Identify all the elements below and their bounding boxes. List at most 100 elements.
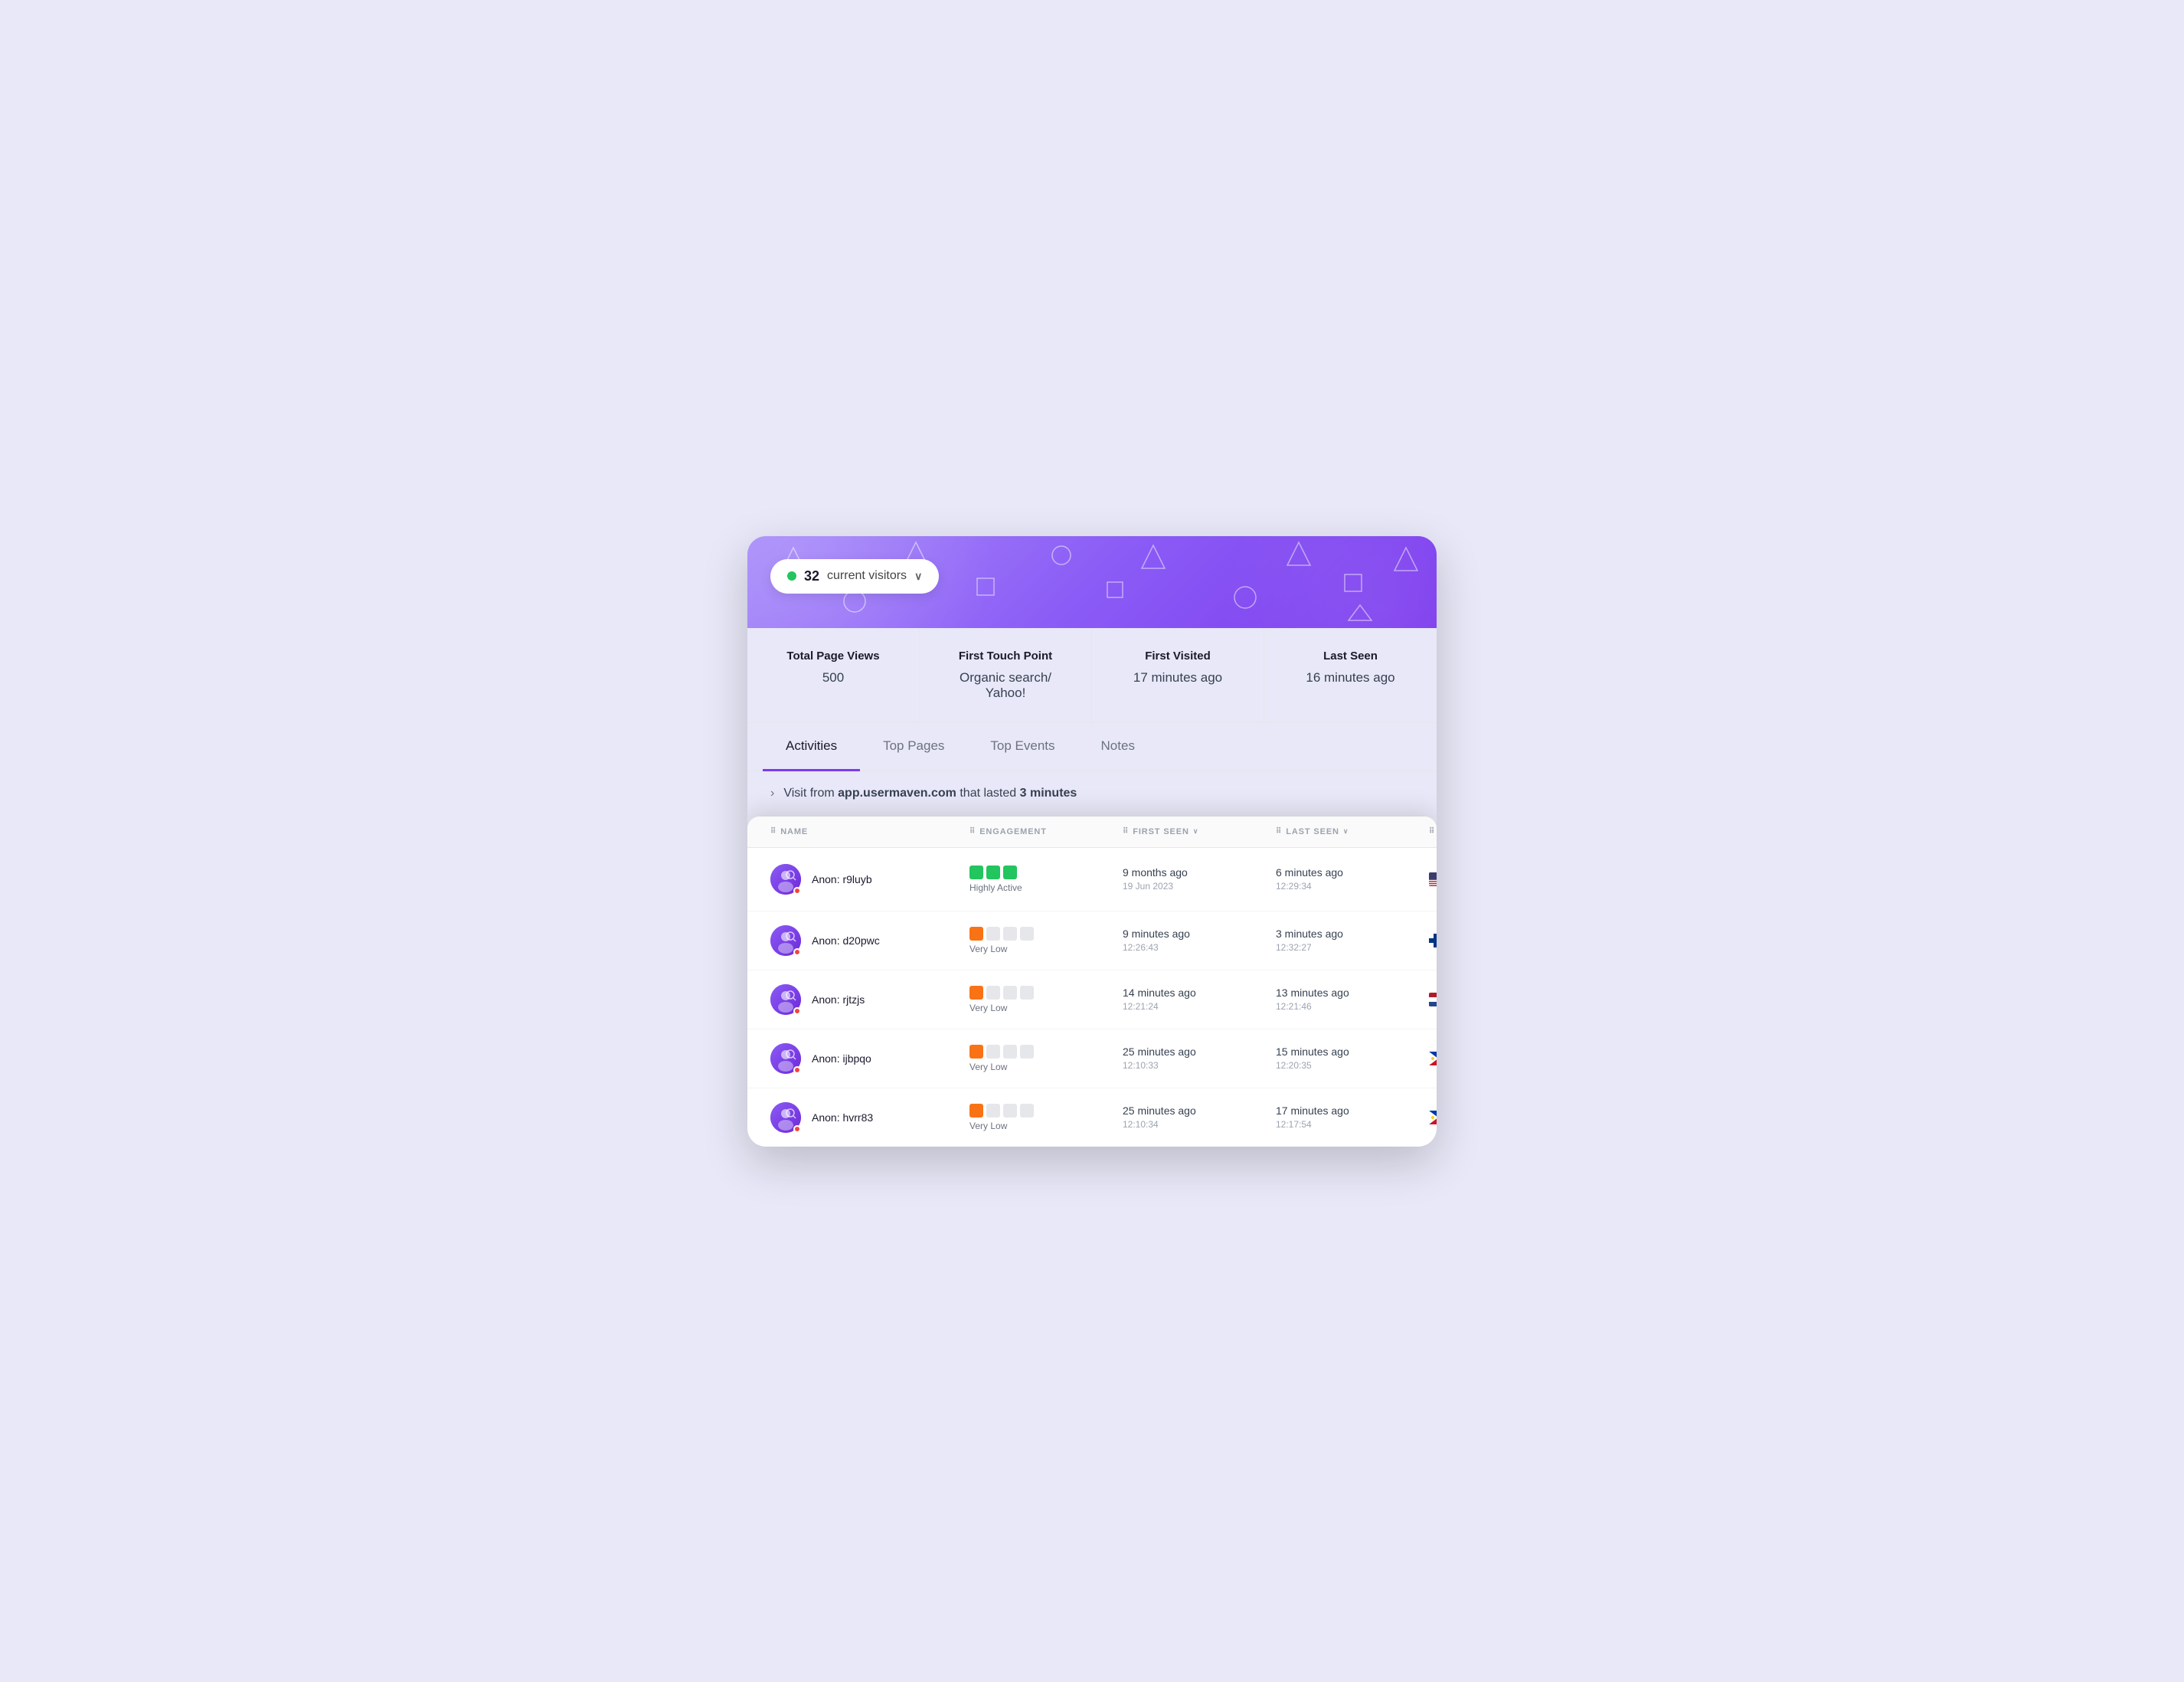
user-name: Anon: r9luyb <box>812 873 872 885</box>
engagement-cell: Very Low <box>969 927 1123 954</box>
last-seen-relative: 3 minutes ago <box>1276 928 1429 940</box>
activity-text: Visit from app.usermaven.com that lasted… <box>783 787 1077 800</box>
last-seen-time: 12:20:35 <box>1276 1060 1429 1071</box>
country-flag <box>1429 993 1437 1006</box>
engagement-label: Very Low <box>969 1003 1123 1013</box>
user-cell: Anon: rjtzjs <box>770 984 969 1015</box>
location-cell: San Diego USA <box>1429 862 1437 897</box>
first-seen-relative: 14 minutes ago <box>1123 987 1276 999</box>
stat-label-first-visited: First Visited <box>1115 650 1241 663</box>
engagement-label: Highly Active <box>969 882 1123 893</box>
last-seen-time: 12:29:34 <box>1276 881 1429 892</box>
stat-first-visited: First Visited 17 minutes ago <box>1092 628 1264 722</box>
online-indicator <box>787 571 796 581</box>
grid-icon-ls: ⠿ <box>1276 827 1282 836</box>
avatar-status-dot <box>793 948 801 956</box>
first-seen-cell: 14 minutes ago 12:21:24 <box>1123 987 1276 1012</box>
stat-value-last-seen: 16 minutes ago <box>1287 670 1414 686</box>
first-seen-relative: 9 minutes ago <box>1123 928 1276 940</box>
user-cell: Anon: d20pwc <box>770 925 969 956</box>
last-seen-time: 12:17:54 <box>1276 1119 1429 1130</box>
activity-section: › Visit from app.usermaven.com that last… <box>747 771 1437 816</box>
sort-icon-first-seen: ∨ <box>1193 827 1198 836</box>
first-seen-date: 12:26:43 <box>1123 942 1276 953</box>
tabs-row: Activities Top Pages Top Events Notes <box>747 723 1437 771</box>
engagement-cell: Very Low <box>969 1104 1123 1131</box>
location-cell: Pasig Philippines <box>1429 1047 1437 1070</box>
last-seen-relative: 6 minutes ago <box>1276 866 1429 879</box>
engagement-cell: Highly Active <box>969 866 1123 893</box>
last-seen-relative: 17 minutes ago <box>1276 1104 1429 1117</box>
visitor-label: current visitors <box>827 569 907 583</box>
table-body: Anon: r9luyb Highly Active 9 months ago … <box>747 848 1437 1147</box>
country-flag <box>1429 1052 1437 1065</box>
grid-icon-fs: ⠿ <box>1123 827 1129 836</box>
app-container: 32 current visitors ∨ Total Page Views 5… <box>747 536 1437 1147</box>
col-header-last-seen[interactable]: ⠿ LAST SEEN ∨ <box>1276 827 1429 836</box>
first-seen-relative: 25 minutes ago <box>1123 1104 1276 1117</box>
avatar-status-dot <box>793 1007 801 1015</box>
expand-icon[interactable]: › <box>770 787 774 800</box>
last-seen-relative: 15 minutes ago <box>1276 1046 1429 1058</box>
last-seen-cell: 17 minutes ago 12:17:54 <box>1276 1104 1429 1130</box>
avatar-status-dot <box>793 887 801 895</box>
user-name: Anon: d20pwc <box>812 934 880 947</box>
last-seen-time: 12:32:27 <box>1276 942 1429 953</box>
avatar <box>770 984 801 1015</box>
last-seen-cell: 15 minutes ago 12:20:35 <box>1276 1046 1429 1071</box>
first-seen-date: 19 Jun 2023 <box>1123 881 1276 892</box>
stat-value-first-visited: 17 minutes ago <box>1115 670 1241 686</box>
table-panel: ⠿ NAME ⠿ ENGAGEMENT ⠿ FIRST SEEN ∨ ⠿ LAS… <box>747 816 1437 1147</box>
tab-top-pages[interactable]: Top Pages <box>860 723 967 771</box>
country-flag <box>1429 1111 1437 1124</box>
avatar <box>770 925 801 956</box>
avatar <box>770 1043 801 1074</box>
first-seen-relative: 9 months ago <box>1123 866 1276 879</box>
stat-last-seen: Last Seen 16 minutes ago <box>1264 628 1437 722</box>
user-name: Anon: hvrr83 <box>812 1111 873 1124</box>
engagement-cell: Very Low <box>969 1045 1123 1072</box>
last-seen-cell: 3 minutes ago 12:32:27 <box>1276 928 1429 953</box>
activity-domain: app.usermaven.com <box>838 787 956 800</box>
first-seen-date: 12:10:33 <box>1123 1060 1276 1071</box>
stat-label-first-touch: First Touch Point <box>943 650 1068 663</box>
location-cell: Amsterdam Netherlands <box>1429 988 1437 1011</box>
last-seen-cell: 6 minutes ago 12:29:34 <box>1276 866 1429 892</box>
last-seen-relative: 13 minutes ago <box>1276 987 1429 999</box>
first-seen-cell: 25 minutes ago 12:10:33 <box>1123 1046 1276 1071</box>
last-seen-cell: 13 minutes ago 12:21:46 <box>1276 987 1429 1012</box>
table-row[interactable]: Anon: rjtzjs Very Low 14 minutes ago 12:… <box>747 970 1437 1029</box>
country-flag <box>1429 934 1437 947</box>
user-name: Anon: ijbpqo <box>812 1052 871 1065</box>
engagement-label: Very Low <box>969 1121 1123 1131</box>
table-row[interactable]: Anon: r9luyb Highly Active 9 months ago … <box>747 848 1437 911</box>
tab-top-events[interactable]: Top Events <box>967 723 1077 771</box>
table-row[interactable]: Anon: hvrr83 Very Low 25 minutes ago 12:… <box>747 1088 1437 1147</box>
header-background: 32 current visitors ∨ <box>747 536 1437 628</box>
user-name: Anon: rjtzjs <box>812 993 865 1006</box>
grid-icon: ⠿ <box>770 827 776 836</box>
stat-value-first-touch: Organic search/ Yahoo! <box>943 670 1068 701</box>
first-seen-date: 12:10:34 <box>1123 1119 1276 1130</box>
chevron-down-icon[interactable]: ∨ <box>914 570 922 583</box>
first-seen-date: 12:21:24 <box>1123 1001 1276 1012</box>
first-seen-cell: 9 months ago 19 Jun 2023 <box>1123 866 1276 892</box>
tab-notes[interactable]: Notes <box>1078 723 1158 771</box>
table-row[interactable]: Anon: ijbpqo Very Low 25 minutes ago 12:… <box>747 1029 1437 1088</box>
first-seen-cell: 9 minutes ago 12:26:43 <box>1123 928 1276 953</box>
stat-label-page-views: Total Page Views <box>770 650 896 663</box>
tab-activities[interactable]: Activities <box>763 723 860 771</box>
table-row[interactable]: Anon: d20pwc Very Low 9 minutes ago 12:2… <box>747 911 1437 970</box>
last-seen-time: 12:21:46 <box>1276 1001 1429 1012</box>
col-header-engagement: ⠿ ENGAGEMENT <box>969 827 1123 836</box>
col-header-location: ⠿ LOCATION <box>1429 827 1437 836</box>
engagement-label: Very Low <box>969 1062 1123 1072</box>
visitor-badge[interactable]: 32 current visitors ∨ <box>770 559 939 594</box>
user-cell: Anon: hvrr83 <box>770 1102 969 1133</box>
stat-value-page-views: 500 <box>770 670 896 686</box>
col-header-first-seen[interactable]: ⠿ FIRST SEEN ∨ <box>1123 827 1276 836</box>
stat-total-page-views: Total Page Views 500 <box>747 628 920 722</box>
user-cell: Anon: r9luyb <box>770 864 969 895</box>
table-header: ⠿ NAME ⠿ ENGAGEMENT ⠿ FIRST SEEN ∨ ⠿ LAS… <box>747 816 1437 848</box>
grid-icon-eng: ⠿ <box>969 827 976 836</box>
